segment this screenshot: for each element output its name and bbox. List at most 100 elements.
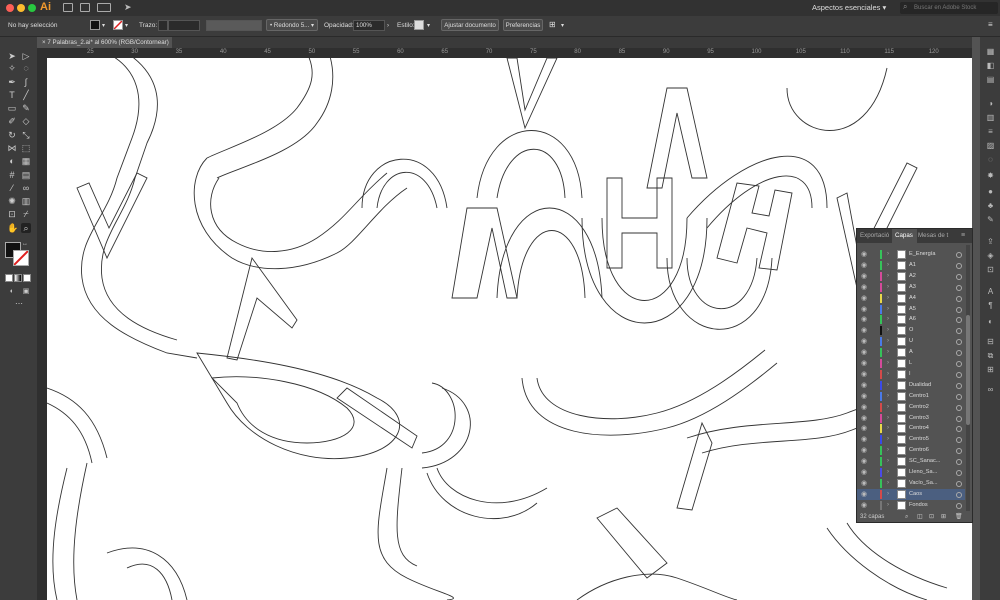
symbols-icon[interactable]: ♣ <box>986 201 995 210</box>
layer-row[interactable]: ◉ › E_Energía <box>857 249 965 260</box>
layer-target-icon[interactable] <box>956 480 962 487</box>
hand-tool-icon[interactable]: ✋ <box>7 223 18 233</box>
artboard-canvas[interactable] <box>47 58 972 600</box>
layer-row[interactable]: ◉ › U <box>857 336 965 347</box>
paragraph-icon[interactable]: ¶ <box>986 301 995 310</box>
mesh-tool-icon[interactable]: # <box>7 170 17 180</box>
layer-name[interactable]: Vacío_Sa... <box>909 478 938 489</box>
appearance-icon[interactable]: ✸ <box>986 171 995 180</box>
layer-row[interactable]: ◉ › A4 <box>857 293 965 304</box>
gradient-tool-icon[interactable]: ▤ <box>21 170 31 180</box>
visibility-eye-icon[interactable]: ◉ <box>861 260 869 271</box>
layer-name[interactable]: L <box>909 358 912 369</box>
width-tool-icon[interactable]: ⋈ <box>7 143 17 153</box>
expand-layer-icon[interactable]: › <box>887 402 889 413</box>
links-icon[interactable]: ∞ <box>986 385 995 394</box>
color-icon[interactable]: ◑ <box>986 99 995 108</box>
layer-row[interactable]: ◉ › Centro1 <box>857 391 965 402</box>
visibility-eye-icon[interactable]: ◉ <box>861 249 869 260</box>
scale-tool-icon[interactable]: ⤡ <box>21 130 31 140</box>
color-mode-button[interactable] <box>5 274 13 282</box>
fill-swatch[interactable] <box>90 20 100 30</box>
expand-layer-icon[interactable]: › <box>887 304 889 315</box>
slice-tool-icon[interactable]: ⌿ <box>21 209 31 219</box>
layer-row[interactable]: ◉ › Centro4 <box>857 423 965 434</box>
workspace-switcher[interactable]: Aspectos esenciales ▾ <box>812 2 894 14</box>
layer-name[interactable]: Centro5 <box>909 434 929 445</box>
layer-row[interactable]: ◉ › Lleno_Sa... <box>857 467 965 478</box>
expand-layer-icon[interactable]: › <box>887 314 889 325</box>
layer-row[interactable]: ◉ › A6 <box>857 314 965 325</box>
visibility-eye-icon[interactable]: ◉ <box>861 456 869 467</box>
visibility-eye-icon[interactable]: ◉ <box>861 500 869 511</box>
layer-target-icon[interactable] <box>956 415 962 422</box>
visibility-eye-icon[interactable]: ◉ <box>861 293 869 304</box>
layer-target-icon[interactable] <box>956 448 962 455</box>
layer-target-icon[interactable] <box>956 459 962 466</box>
expand-layer-icon[interactable]: › <box>887 478 889 489</box>
fill-dropdown-icon[interactable]: ▾ <box>102 21 105 31</box>
clipping-mask-icon[interactable]: ◫ <box>917 512 923 523</box>
layers-scrollbar[interactable] <box>966 245 970 511</box>
layer-row[interactable]: ◉ › Fondos <box>857 500 965 511</box>
swatches-icon[interactable]: ▤ <box>986 75 995 84</box>
layer-row[interactable]: ◉ › Centro6 <box>857 445 965 456</box>
stroke-dropdown-icon[interactable]: ▾ <box>125 21 128 31</box>
adjust-document-button[interactable]: Ajustar documento <box>441 19 499 31</box>
tab-artboards[interactable]: Mesas de t <box>915 229 958 243</box>
layer-target-icon[interactable] <box>956 306 962 313</box>
type-tool-icon[interactable]: T <box>7 90 17 100</box>
delete-layer-icon[interactable]: 🗑 <box>955 512 963 523</box>
brushes-icon[interactable]: ✎ <box>986 215 995 224</box>
layer-name[interactable]: U <box>909 336 913 347</box>
layer-target-icon[interactable] <box>956 350 962 357</box>
artboard-tool-icon[interactable]: ⊡ <box>7 209 17 219</box>
layer-target-icon[interactable] <box>956 252 962 258</box>
layer-target-icon[interactable] <box>956 470 962 476</box>
layer-target-icon[interactable] <box>956 328 962 335</box>
layer-target-icon[interactable] <box>956 371 962 378</box>
graphic-styles-icon[interactable]: ● <box>986 187 995 196</box>
layer-name[interactable]: A5 <box>909 304 916 315</box>
visibility-eye-icon[interactable]: ◉ <box>861 271 869 282</box>
layer-target-icon[interactable] <box>956 361 962 367</box>
selection-tool-icon[interactable]: ➤ <box>7 51 17 61</box>
layer-name[interactable]: I <box>909 369 911 380</box>
layer-row[interactable]: ◉ › Centro2 <box>857 402 965 413</box>
variable-width-profile[interactable] <box>206 20 262 31</box>
visibility-eye-icon[interactable]: ◉ <box>861 336 869 347</box>
screen-mode-icon[interactable]: ▣ <box>21 287 31 297</box>
document-tab[interactable]: × 7 Palabras_2.ai* al 600% (RGB/Contorne… <box>37 37 172 48</box>
visibility-eye-icon[interactable]: ◉ <box>861 282 869 293</box>
opentype-icon[interactable]: ◐ <box>986 317 995 326</box>
stroke-stepper[interactable] <box>158 20 168 31</box>
layer-target-icon[interactable] <box>956 426 962 433</box>
lasso-tool-icon[interactable]: ◌ <box>21 63 31 73</box>
perspective-grid-tool-icon[interactable]: ▦ <box>21 156 31 166</box>
direct-selection-tool-icon[interactable]: ▷ <box>21 51 31 61</box>
layer-target-icon[interactable] <box>956 339 962 346</box>
free-transform-tool-icon[interactable]: ⬚ <box>21 143 31 153</box>
visibility-eye-icon[interactable]: ◉ <box>861 423 869 434</box>
stock-icon[interactable] <box>80 3 90 12</box>
layer-target-icon[interactable] <box>956 393 962 400</box>
transparency-icon[interactable]: ◌ <box>986 155 995 164</box>
layer-row[interactable]: ◉ › A <box>857 347 965 358</box>
shaper-tool-icon[interactable]: ✐ <box>7 116 17 126</box>
layer-row[interactable]: ◉ › L <box>857 358 965 369</box>
gradient-panel-icon[interactable]: ▨ <box>986 141 995 150</box>
layer-name[interactable]: A3 <box>909 282 916 293</box>
arrange-documents-icon[interactable] <box>97 3 111 12</box>
visibility-eye-icon[interactable]: ◉ <box>861 489 869 500</box>
artboards-icon[interactable]: ⊡ <box>986 265 995 274</box>
layer-name[interactable]: Dualidad <box>909 380 931 391</box>
none-mode-button[interactable] <box>23 274 31 282</box>
pathfinder-icon[interactable]: ⧉ <box>986 351 995 360</box>
layer-name[interactable]: E_Energía <box>909 249 935 260</box>
brush-definition-dropdown[interactable]: • Redondo 5... ▾ <box>266 19 318 31</box>
shape-builder-tool-icon[interactable]: ◐ <box>7 156 17 166</box>
zoom-tool-icon[interactable]: ⌕ <box>21 223 31 233</box>
layer-row[interactable]: ◉ › Caos <box>857 488 965 500</box>
tab-export[interactable]: Exportació <box>857 229 894 243</box>
expand-layer-icon[interactable]: › <box>887 380 889 391</box>
